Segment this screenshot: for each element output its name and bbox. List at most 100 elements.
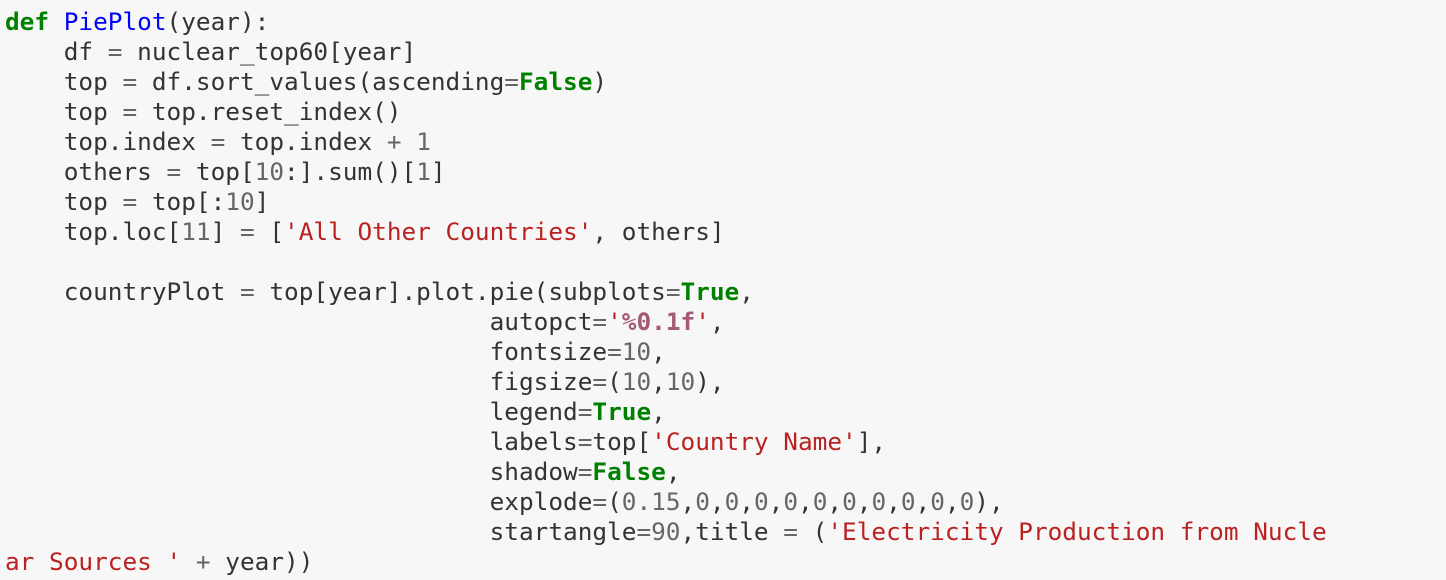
code-text: year)) <box>210 547 314 576</box>
number-token: 0 <box>695 487 710 516</box>
code-line: explode=(0.15,0,0,0,0,0,0,0,0,0,0), <box>5 487 1446 517</box>
number-token: 10 <box>225 187 255 216</box>
number-token: 10 <box>254 157 285 186</box>
code-line: top = df.sort_values(ascending=False) <box>5 67 1446 97</box>
number-token: 0.15 <box>621 487 681 516</box>
operator-token: = <box>239 277 255 306</box>
code-line: fontsize=10, <box>5 337 1446 367</box>
number-token: 90 <box>651 517 681 546</box>
code-text: top[year].plot.pie(subplots <box>254 277 666 306</box>
code-text: , <box>798 487 813 516</box>
operator-token: = <box>166 157 182 186</box>
keyword-token: False <box>592 457 666 486</box>
string-token: 'Electricity Production from Nucle <box>827 517 1327 546</box>
code-text: ], <box>856 427 887 456</box>
code-line: shadow=False, <box>5 457 1446 487</box>
code-text: ] <box>430 157 446 186</box>
code-text: top <box>5 187 123 216</box>
code-text: , <box>739 277 754 306</box>
code-text: , <box>827 487 843 516</box>
code-text: top.index <box>225 127 387 156</box>
code-text: [ <box>254 217 285 246</box>
code-line: legend=True, <box>5 397 1446 427</box>
code-text: fontsize <box>5 337 608 366</box>
number-token: 0 <box>753 487 769 516</box>
code-text: df <box>5 37 108 66</box>
code-text: labels <box>5 427 578 456</box>
code-text: top <box>5 67 123 96</box>
operator-token: = <box>239 217 255 246</box>
code-line: countryPlot = top[year].plot.pie(subplot… <box>5 277 1446 307</box>
operator-token: = <box>122 97 138 126</box>
operator-token: = <box>592 487 608 516</box>
code-text: ) <box>592 67 608 96</box>
code-text: top.index <box>5 127 211 156</box>
operator-token: = <box>210 127 226 156</box>
operator-token: = <box>607 337 622 366</box>
operator-token: = <box>592 307 608 336</box>
code-text: ,title <box>680 517 784 546</box>
code-text: top.loc[ <box>5 217 182 246</box>
operator-token: = <box>783 517 798 546</box>
code-line: top = top.reset_index() <box>5 97 1446 127</box>
code-text: figsize <box>5 367 593 396</box>
code-text: ), <box>695 367 725 396</box>
code-editor[interactable]: def PiePlot(year): df = nuclear_top60[ye… <box>5 7 1446 577</box>
code-text: ( <box>797 517 828 546</box>
operator-token: = <box>504 67 519 96</box>
code-text: autopct <box>5 307 593 336</box>
code-text: , others] <box>592 217 725 246</box>
number-token: 0 <box>812 487 828 516</box>
number-token: 11 <box>181 217 211 246</box>
code-text: shadow <box>5 457 578 486</box>
number-token: 0 <box>930 487 945 516</box>
string-token: ' <box>695 307 710 336</box>
code-text: (year): <box>166 7 270 36</box>
code-text: , <box>665 457 681 486</box>
string-token: 'All Other Countries' <box>284 217 593 246</box>
number-token: 0 <box>842 487 857 516</box>
code-text: , <box>944 487 960 516</box>
code-text: ] <box>254 187 270 216</box>
operator-token: = <box>122 67 138 96</box>
code-text: ), <box>974 487 1004 516</box>
code-line: top.index = top.index + 1 <box>5 127 1446 157</box>
code-line: startangle=90,title = ('Electricity Prod… <box>5 517 1446 547</box>
operator-token: = <box>592 367 608 396</box>
code-text: , <box>680 487 696 516</box>
code-line: top.loc[11] = ['All Other Countries', ot… <box>5 217 1446 247</box>
code-line: df = nuclear_top60[year] <box>5 37 1446 67</box>
code-line: def PiePlot(year): <box>5 7 1446 37</box>
code-text: df.sort_values(ascending <box>137 67 505 96</box>
code-text: , <box>739 487 754 516</box>
code-text: top.reset_index() <box>137 97 402 126</box>
code-line: autopct='%0.1f', <box>5 307 1446 337</box>
code-text: :].sum()[ <box>284 157 417 186</box>
operator-token: = <box>665 277 681 306</box>
code-line: ar Sources ' + year)) <box>5 547 1446 577</box>
code-cell[interactable]: def PiePlot(year): df = nuclear_top60[ye… <box>0 0 1446 580</box>
number-token: 1 <box>416 157 431 186</box>
code-text: , <box>886 487 901 516</box>
operator-token: = <box>122 187 138 216</box>
function-name-token: PiePlot <box>63 7 167 36</box>
code-line: others = top[10:].sum()[1] <box>5 157 1446 187</box>
code-text: , <box>651 397 666 426</box>
code-text: ] <box>210 217 240 246</box>
number-token: 10 <box>621 367 652 396</box>
string-token: ar Sources ' <box>5 547 182 576</box>
number-token: 0 <box>783 487 799 516</box>
operator-token: + <box>386 127 402 156</box>
code-line: labels=top['Country Name'], <box>5 427 1446 457</box>
operator-token: = <box>107 37 123 66</box>
code-text: top <box>5 97 123 126</box>
code-text: nuclear_top60[year] <box>122 37 417 66</box>
number-token: 10 <box>621 337 652 366</box>
code-line: figsize=(10,10), <box>5 367 1446 397</box>
operator-token: = <box>577 427 593 456</box>
operator-token: = <box>577 457 593 486</box>
keyword-token: False <box>518 67 593 96</box>
